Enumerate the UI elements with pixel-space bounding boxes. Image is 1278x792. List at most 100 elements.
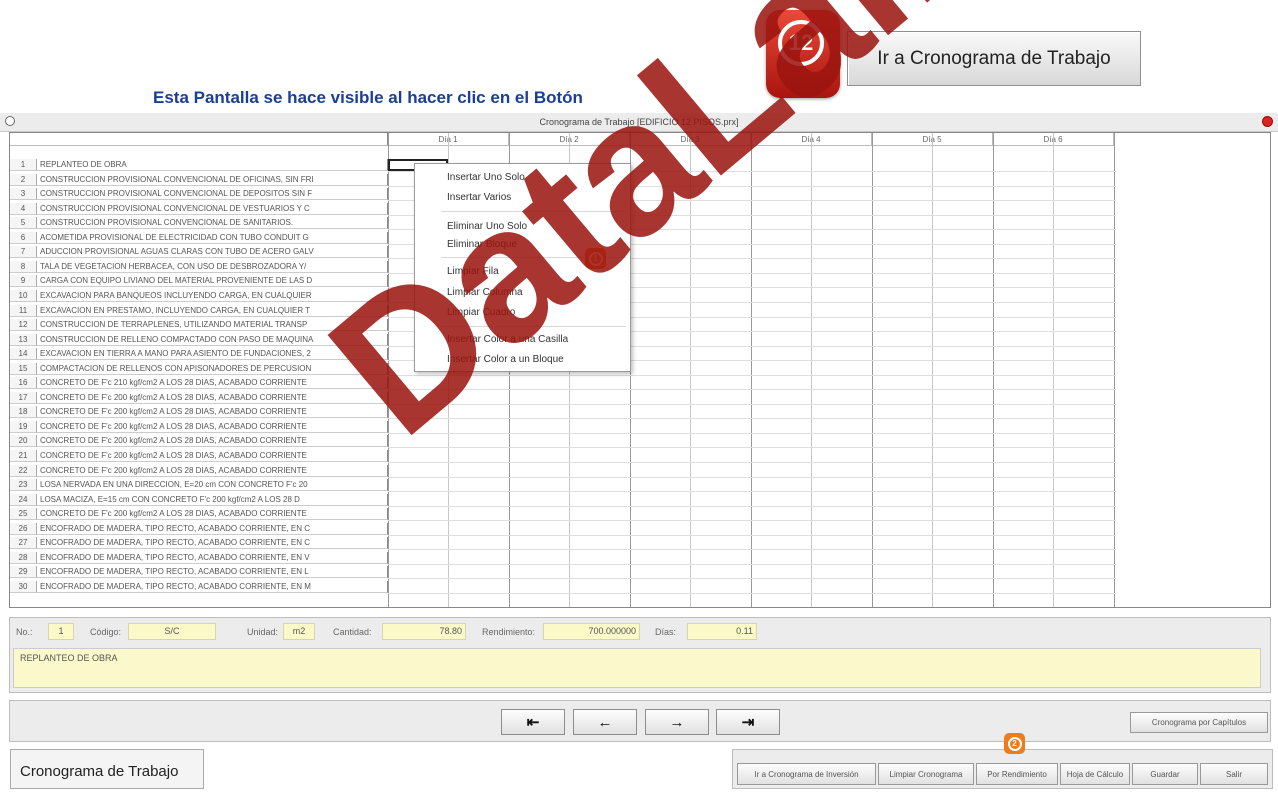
screen-name-label: Cronograma de Trabajo bbox=[10, 749, 204, 789]
menu-item-delete-block[interactable]: Eliminar Bloque bbox=[447, 239, 517, 250]
window-menu-icon[interactable] bbox=[5, 116, 15, 126]
row-description: CONCRETO DE F'c 200 kgf/cm2 A LOS 28 DIA… bbox=[37, 508, 388, 520]
chapters-schedule-button[interactable]: Cronograma por Capítulos bbox=[1130, 712, 1268, 733]
menu-item-clear-column[interactable]: Limpiar Columna bbox=[447, 287, 523, 298]
menu-item-clear-table[interactable]: Limpiar Cuadro bbox=[447, 307, 515, 318]
row-description: CONSTRUCCION PROVISIONAL CONVENCIONAL DE… bbox=[37, 217, 388, 229]
menu-item-insert-one[interactable]: Insertar Uno Solo bbox=[447, 172, 525, 183]
spreadsheet-button[interactable]: Hoja de Cálculo bbox=[1060, 763, 1130, 785]
close-icon[interactable] bbox=[1262, 116, 1273, 127]
row-description: COMPACTACION DE RELLENOS CON APISONADORE… bbox=[37, 363, 388, 375]
grid-line bbox=[388, 520, 1116, 521]
table-row[interactable]: 24 LOSA MACIZA, E=15 cm CON CONCRETO F'c … bbox=[10, 494, 1270, 506]
row-number: 2 bbox=[10, 174, 37, 186]
clear-schedule-button[interactable]: Limpiar Cronograma bbox=[878, 763, 974, 785]
table-row[interactable]: 17 CONCRETO DE F'c 200 kgf/cm2 A LOS 28 D… bbox=[10, 392, 1270, 404]
grid-line bbox=[388, 578, 1116, 579]
step-number: 12 bbox=[778, 20, 824, 66]
table-row[interactable]: 13 CONSTRUCCION DE RELLENO COMPACTADO CON… bbox=[10, 334, 1270, 346]
no-field[interactable]: 1 bbox=[48, 623, 74, 640]
prev-record-button[interactable]: ← bbox=[573, 709, 637, 735]
table-row[interactable]: 6 ACOMETIDA PROVISIONAL DE ELECTRICIDAD C… bbox=[10, 232, 1270, 244]
menu-item-delete-one[interactable]: Eliminar Uno Solo bbox=[447, 221, 527, 232]
row-description: CONSTRUCCION DE TERRAPLENES, UTILIZANDO … bbox=[37, 319, 388, 331]
row-description: EXCAVACION PARA BANQUEOS INCLUYENDO CARG… bbox=[37, 290, 388, 302]
table-row[interactable]: 12 CONSTRUCCION DE TERRAPLENES, UTILIZAND… bbox=[10, 319, 1270, 331]
row-number: 24 bbox=[10, 494, 37, 506]
table-row[interactable]: 21 CONCRETO DE F'c 200 kgf/cm2 A LOS 28 D… bbox=[10, 450, 1270, 462]
table-row[interactable]: 28 ENCOFRADO DE MADERA, TIPO RECTO, ACABA… bbox=[10, 552, 1270, 564]
table-row[interactable]: 18 CONCRETO DE F'c 200 kgf/cm2 A LOS 28 D… bbox=[10, 406, 1270, 418]
row-description: ENCOFRADO DE MADERA, TIPO RECTO, ACABADO… bbox=[37, 581, 388, 593]
row-number: 25 bbox=[10, 508, 37, 520]
menu-item-clear-row[interactable]: Limpiar Fila bbox=[447, 266, 499, 277]
table-row[interactable]: 5 CONSTRUCCION PROVISIONAL CONVENCIONAL D… bbox=[10, 217, 1270, 229]
row-number: 10 bbox=[10, 290, 37, 302]
callout-badge-2: 2 bbox=[1004, 733, 1025, 754]
exit-button[interactable]: Salir bbox=[1200, 763, 1268, 785]
grid-line bbox=[388, 535, 1116, 536]
table-row[interactable]: 22 CONCRETO DE F'c 200 kgf/cm2 A LOS 28 D… bbox=[10, 465, 1270, 477]
first-record-button[interactable]: ⇤ bbox=[501, 709, 565, 735]
last-record-button[interactable]: ⇥ bbox=[716, 709, 780, 735]
table-row[interactable]: 26 ENCOFRADO DE MADERA, TIPO RECTO, ACABA… bbox=[10, 523, 1270, 535]
table-row[interactable]: 10 EXCAVACION PARA BANQUEOS INCLUYENDO CA… bbox=[10, 290, 1270, 302]
save-button[interactable]: Guardar bbox=[1132, 763, 1198, 785]
row-number: 18 bbox=[10, 406, 37, 418]
grid-line bbox=[388, 549, 1116, 550]
goto-investment-schedule-button[interactable]: Ir a Cronograma de Inversión bbox=[737, 763, 876, 785]
table-row[interactable]: 11 EXCAVACION EN PRESTAMO, INCLUYENDO CAR… bbox=[10, 305, 1270, 317]
menu-item-color-block[interactable]: Insertar Color a un Bloque bbox=[447, 354, 564, 365]
table-row[interactable]: 1 REPLANTEO DE OBRA bbox=[10, 159, 1270, 171]
menu-item-insert-several[interactable]: Insertar Varios bbox=[447, 192, 511, 203]
row-number: 22 bbox=[10, 465, 37, 477]
table-row[interactable]: 15 COMPACTACION DE RELLENOS CON APISONADO… bbox=[10, 363, 1270, 375]
item-description-field[interactable]: REPLANTEO DE OBRA bbox=[13, 648, 1261, 688]
row-description: TALA DE VEGETACION HERBACEA, CON USO DE … bbox=[37, 261, 388, 273]
row-number: 1 bbox=[10, 159, 37, 171]
goto-work-schedule-button[interactable]: Ir a Cronograma de Trabajo bbox=[847, 31, 1141, 86]
row-description: ADUCCION PROVISIONAL AGUAS CLARAS CON TU… bbox=[37, 246, 388, 258]
row-description: EXCAVACION EN TIERRA A MANO PARA ASIENTO… bbox=[37, 348, 388, 360]
grid-line bbox=[388, 404, 1116, 405]
codigo-field[interactable]: S/C bbox=[128, 623, 216, 640]
unidad-field[interactable]: m2 bbox=[283, 623, 315, 640]
table-row[interactable]: 16 CONCRETO DE F'c 210 kgf/cm2 A LOS 28 D… bbox=[10, 377, 1270, 389]
table-row[interactable]: 14 EXCAVACION EN TIERRA A MANO PARA ASIEN… bbox=[10, 348, 1270, 360]
cantidad-label: Cantidad: bbox=[333, 627, 372, 637]
table-row[interactable]: 3 CONSTRUCCION PROVISIONAL CONVENCIONAL D… bbox=[10, 188, 1270, 200]
row-number: 13 bbox=[10, 334, 37, 346]
dias-field[interactable]: 0.11 bbox=[687, 623, 757, 640]
table-row[interactable]: 2 CONSTRUCCION PROVISIONAL CONVENCIONAL D… bbox=[10, 174, 1270, 186]
row-description: EXCAVACION EN PRESTAMO, INCLUYENDO CARGA… bbox=[37, 305, 388, 317]
cantidad-field[interactable]: 78.80 bbox=[382, 623, 466, 640]
table-row[interactable]: 30 ENCOFRADO DE MADERA, TIPO RECTO, ACABA… bbox=[10, 581, 1270, 593]
grid-corner-header bbox=[10, 133, 388, 146]
table-row[interactable]: 19 CONCRETO DE F'c 200 kgf/cm2 A LOS 28 D… bbox=[10, 421, 1270, 433]
row-number: 7 bbox=[10, 246, 37, 258]
next-record-button[interactable]: → bbox=[645, 709, 709, 735]
row-number: 5 bbox=[10, 217, 37, 229]
table-row[interactable]: 9 CARGA CON EQUIPO LIVIANO DEL MATERIAL P… bbox=[10, 275, 1270, 287]
no-label: No.: bbox=[16, 627, 33, 637]
menu-separator bbox=[441, 326, 626, 327]
table-row[interactable]: 4 CONSTRUCCION PROVISIONAL CONVENCIONAL D… bbox=[10, 203, 1270, 215]
schedule-grid[interactable]: Día 1 Día 2 Día 3 Día 4 Día 5 Día 6 1 REPLANTEO… bbox=[9, 132, 1271, 608]
row-description: ENCOFRADO DE MADERA, TIPO RECTO, ACABADO… bbox=[37, 566, 388, 578]
rendimiento-field[interactable]: 700.000000 bbox=[543, 623, 640, 640]
table-row[interactable]: 8 TALA DE VEGETACION HERBACEA, CON USO DE… bbox=[10, 261, 1270, 273]
menu-item-color-cell[interactable]: Insertar Color a una Casilla bbox=[447, 334, 568, 345]
row-number: 6 bbox=[10, 232, 37, 244]
annotation-caption: Esta Pantalla se hace visible al hacer c… bbox=[153, 88, 583, 107]
step-badge-12: 12 bbox=[766, 10, 840, 98]
table-row[interactable]: 23 LOSA NERVADA EN UNA DIRECCION, E=20 cm… bbox=[10, 479, 1270, 491]
by-performance-button[interactable]: Por Rendimiento bbox=[976, 763, 1058, 785]
table-row[interactable]: 29 ENCOFRADO DE MADERA, TIPO RECTO, ACABA… bbox=[10, 566, 1270, 578]
table-row[interactable]: 25 CONCRETO DE F'c 200 kgf/cm2 A LOS 28 D… bbox=[10, 508, 1270, 520]
table-row[interactable]: 27 ENCOFRADO DE MADERA, TIPO RECTO, ACABA… bbox=[10, 537, 1270, 549]
row-description: CONSTRUCCION PROVISIONAL CONVENCIONAL DE… bbox=[37, 174, 388, 186]
table-row[interactable]: 20 CONCRETO DE F'c 200 kgf/cm2 A LOS 28 D… bbox=[10, 435, 1270, 447]
row-description: CONCRETO DE F'c 210 kgf/cm2 A LOS 28 DIA… bbox=[37, 377, 388, 389]
window-title: Cronograma de Trabajo [EDIFICIO 12 PISOS… bbox=[0, 113, 1278, 132]
table-row[interactable]: 7 ADUCCION PROVISIONAL AGUAS CLARAS CON T… bbox=[10, 246, 1270, 258]
